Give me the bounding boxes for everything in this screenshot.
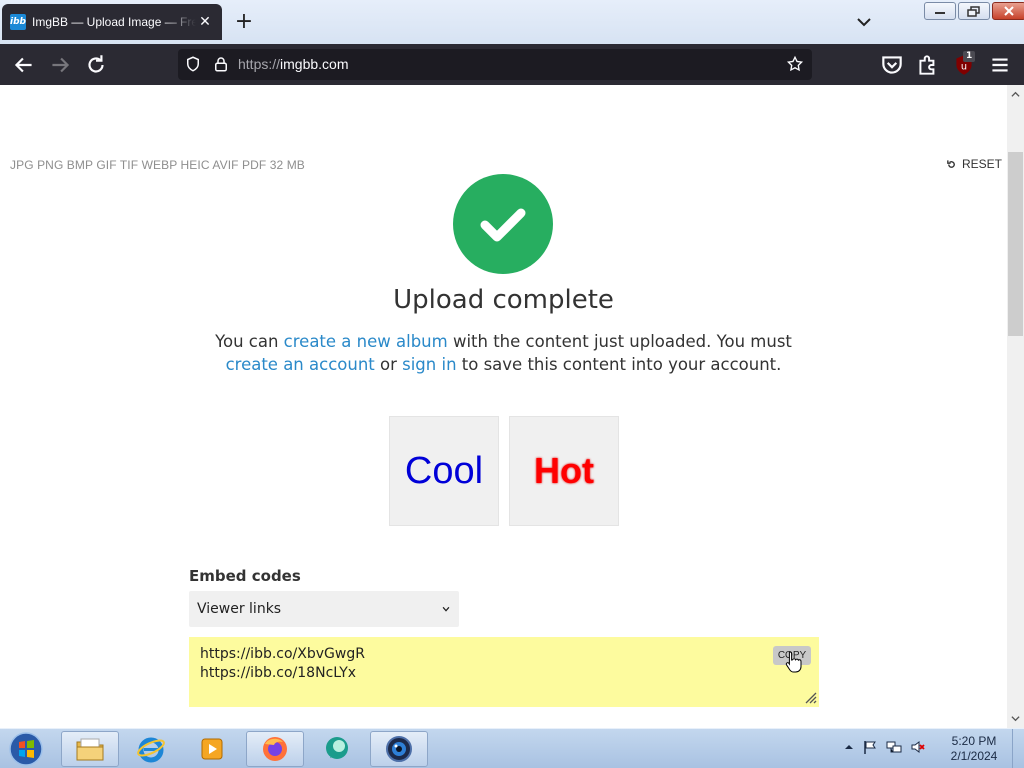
reset-button[interactable]: RESET <box>946 157 1002 171</box>
message-text: You can <box>215 332 284 351</box>
tab-close-icon[interactable]: ✕ <box>196 13 214 31</box>
app-menu-hamburger-icon[interactable] <box>987 52 1013 78</box>
vertical-scrollbar[interactable] <box>1007 85 1024 728</box>
taskbar-media-player[interactable] <box>183 731 241 767</box>
minimize-icon <box>935 12 945 14</box>
resize-handle-icon[interactable] <box>803 690 817 704</box>
taskbar-camera-app[interactable] <box>370 731 428 767</box>
url-host: imgbb.com <box>280 56 349 72</box>
embed-codes-label: Embed codes <box>189 567 301 585</box>
reload-icon[interactable] <box>83 52 109 78</box>
close-window-button[interactable] <box>992 2 1024 20</box>
embed-link: https://ibb.co/18NcLYx <box>200 665 357 681</box>
create-account-link[interactable]: create an account <box>226 355 375 374</box>
taskbar-file-explorer[interactable] <box>61 731 119 767</box>
embed-codes-textarea[interactable]: https://ibb.co/XbvGwgR https://ibb.co/18… <box>189 637 819 707</box>
tab-title: ImgBB — Upload Image — Free Image Hostin… <box>32 15 196 29</box>
system-tray <box>844 739 926 755</box>
thumbnail-text: Hot <box>534 450 594 491</box>
reset-label: RESET <box>962 157 1003 171</box>
message-text: to save this content into your account. <box>456 355 782 374</box>
navigation-toolbar: https://imgbb.com u <box>0 44 1024 85</box>
url-text[interactable]: https://imgbb.com <box>238 56 349 72</box>
show-desktop-button[interactable] <box>1012 729 1024 768</box>
select-value: Viewer links <box>197 601 282 617</box>
page-content: JPG PNG BMP GIF TIF WEBP HEIC AVIF PDF 3… <box>0 85 1007 728</box>
supported-formats-text: JPG PNG BMP GIF TIF WEBP HEIC AVIF PDF 3… <box>10 158 305 172</box>
lock-icon[interactable] <box>212 55 230 73</box>
restore-button[interactable] <box>958 2 990 20</box>
windows-taskbar: 5:20 PM 2/1/2024 <box>0 728 1024 768</box>
browser-tab-imgbb[interactable]: ibb ImgBB — Upload Image — Free Image Ho… <box>2 4 222 40</box>
svg-text:u: u <box>961 61 967 72</box>
show-hidden-icons-arrow-icon[interactable] <box>844 742 854 752</box>
chevron-down-icon <box>442 606 450 612</box>
chat-bubble-app-icon <box>326 737 348 759</box>
media-player-icon <box>201 738 223 760</box>
bookmark-star-icon[interactable] <box>786 55 804 73</box>
firefox-icon <box>263 737 287 761</box>
close-icon <box>1004 6 1014 16</box>
upload-message: You can create a new album with the cont… <box>200 330 807 376</box>
address-bar[interactable]: https://imgbb.com <box>178 49 812 80</box>
taskbar-firefox[interactable] <box>246 731 304 767</box>
embed-code-type-select[interactable]: Viewer links <box>189 591 459 627</box>
start-button-windows-icon[interactable] <box>6 731 46 767</box>
pocket-icon[interactable] <box>879 52 905 78</box>
restore-icon <box>967 5 980 17</box>
extensions-puzzle-icon[interactable] <box>915 52 941 78</box>
hand-pointer-cursor-icon <box>785 651 802 673</box>
upload-complete-heading: Upload complete <box>393 285 614 315</box>
folder-icon <box>76 738 104 761</box>
taskbar-internet-explorer[interactable] <box>122 731 180 767</box>
clock-time: 5:20 PM <box>951 734 997 748</box>
imgbb-favicon-icon: ibb <box>10 14 26 30</box>
uploaded-image-thumbnail-cool[interactable]: Cool <box>389 416 499 526</box>
taskbar-app-bubble[interactable] <box>308 731 366 767</box>
message-text: with the content just uploaded. You must <box>447 332 792 351</box>
undo-icon <box>947 159 955 168</box>
url-scheme: https:// <box>238 56 281 72</box>
volume-muted-icon[interactable] <box>910 739 926 755</box>
action-center-flag-icon[interactable] <box>862 739 878 755</box>
thumbnail-text: Cool <box>404 449 484 492</box>
uploaded-image-thumbnail-hot[interactable]: Hot <box>509 416 619 526</box>
new-tab-plus-icon[interactable]: + <box>232 11 256 35</box>
tab-list-chevron-down-icon[interactable] <box>852 10 876 34</box>
taskbar-clock[interactable]: 5:20 PM 2/1/2024 <box>944 734 1004 764</box>
scroll-down-arrow-icon[interactable] <box>1011 714 1020 723</box>
create-album-link[interactable]: create a new album <box>284 332 448 351</box>
network-icon[interactable] <box>886 739 902 755</box>
back-arrow-icon[interactable] <box>11 52 37 78</box>
tracking-protection-shield-icon[interactable] <box>184 55 202 73</box>
forward-arrow-icon[interactable] <box>47 52 73 78</box>
checkmark-icon <box>480 208 526 242</box>
embed-link: https://ibb.co/XbvGwgR <box>200 646 365 662</box>
window-controls <box>924 2 1024 20</box>
clock-date: 2/1/2024 <box>950 749 998 763</box>
success-checkmark-icon <box>453 174 553 274</box>
tab-strip: ibb ImgBB — Upload Image — Free Image Ho… <box>0 0 1024 44</box>
minimize-button[interactable] <box>924 2 956 20</box>
scrollbar-thumb[interactable] <box>1008 152 1023 336</box>
internet-explorer-icon <box>137 737 165 763</box>
message-text: or <box>374 355 403 374</box>
sign-in-link[interactable]: sign in <box>402 355 456 374</box>
scroll-up-arrow-icon[interactable] <box>1011 90 1020 99</box>
extension-badge-count: 1 <box>963 51 976 62</box>
camera-lens-icon <box>386 736 412 762</box>
